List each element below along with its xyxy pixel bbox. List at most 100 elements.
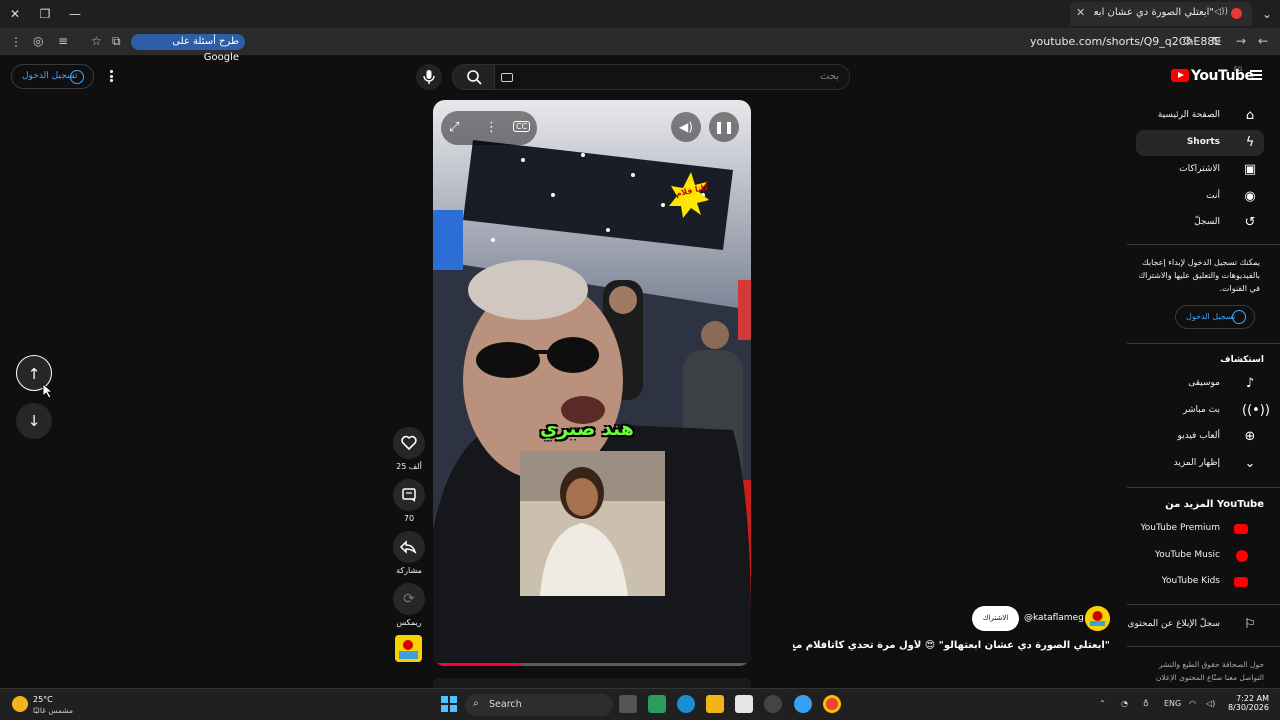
tray-overflow-icon[interactable]: ⌃	[1099, 699, 1106, 708]
tab-title: "ابعتلي الصورة دي عشان ابعـ	[1094, 7, 1214, 18]
sidebar-item-label: إظهار المزيد	[1173, 458, 1220, 468]
volume-tray-icon[interactable]: ◁)	[1206, 699, 1215, 708]
arrow-up-icon: ↑	[27, 365, 41, 383]
language-indicator[interactable]: ENG	[1164, 699, 1181, 708]
weather-desc: مشمس غالبًا	[33, 706, 74, 715]
country-code: EG	[1234, 66, 1243, 73]
google-lens-pill[interactable]: طرح أسئلة على Google	[131, 34, 245, 63]
sidebar-item-history[interactable]: السجلّ ↺	[1136, 210, 1264, 236]
channel-avatar[interactable]	[1085, 606, 1110, 631]
network-icon[interactable]: ◔	[1121, 699, 1128, 708]
restore-window-icon[interactable]: ❐	[36, 6, 54, 22]
remix-button[interactable]: ⟳	[393, 583, 425, 615]
file-explorer-icon[interactable]	[706, 695, 724, 713]
search-box[interactable]: بحث	[452, 64, 850, 90]
minimize-window-icon[interactable]: —	[66, 6, 84, 22]
youtube-music-icon	[1236, 550, 1248, 562]
volume-button[interactable]: ◀)	[671, 112, 701, 142]
wifi-icon[interactable]: ◠	[1189, 699, 1196, 708]
sidebar-item-youtube-premium[interactable]: YouTube Premium	[1136, 516, 1264, 542]
settings-kebab-icon[interactable]	[110, 70, 113, 82]
site-settings-icon[interactable]: ⚙	[1182, 34, 1193, 48]
sidebar-item-youtube-music[interactable]: YouTube Music	[1136, 543, 1264, 569]
taskbar-search[interactable]: ⌕ Search	[465, 694, 613, 716]
install-app-icon[interactable]: ⧉	[112, 34, 121, 49]
sidebar-item-home[interactable]: الصفحة الرئيسية ⌂	[1136, 103, 1264, 129]
live-icon: ((•))	[1242, 403, 1270, 418]
next-short-button[interactable]: ↓	[16, 403, 52, 439]
profile-icon[interactable]: ◎	[33, 34, 43, 48]
microphone-tray-icon[interactable]: ♁	[1143, 699, 1149, 708]
comment-count: 70	[403, 514, 415, 523]
share-button[interactable]	[393, 531, 425, 563]
menu-dots-icon[interactable]: ⋮	[10, 35, 22, 49]
footer-links-2[interactable]: التواصل معنا صنّاع المحتوى الإعلان	[1128, 673, 1264, 682]
start-button[interactable]	[440, 695, 458, 713]
sidebar-item-subscriptions[interactable]: الاشتراكات ▣	[1136, 157, 1264, 183]
close-window-icon[interactable]: ✕	[6, 6, 24, 22]
sound-thumbnail[interactable]	[395, 635, 422, 662]
flag-icon: ⚐	[1244, 617, 1256, 632]
signin-button[interactable]: تسجيل الدخول	[11, 64, 94, 89]
bookmark-star-icon[interactable]: ☆	[91, 34, 102, 48]
back-icon[interactable]: ←	[1258, 34, 1268, 48]
sidebar-item-music[interactable]: موسيقى ♪	[1136, 371, 1264, 397]
signin-prompt: يمكنك تسجيل الدخول لإبداء إعجابك بالفيدي…	[1138, 258, 1260, 293]
sidebar-item-you[interactable]: أنت ◉	[1136, 184, 1264, 210]
youtube-logo-text[interactable]: YouTube	[1191, 68, 1254, 84]
tab-close-icon[interactable]: ✕	[1076, 6, 1085, 19]
search-input[interactable]: بحث	[820, 71, 839, 82]
sidebar-divider	[1127, 646, 1280, 647]
sidebar-item-label: سجلّ الإبلاغ عن المحتوى	[1127, 619, 1220, 629]
subscribe-button[interactable]: الاشتراك	[972, 606, 1019, 631]
shorts-video-player[interactable]: كاتا فلام ⤢ ⋮ CC ◀) ❚❚ هند صبري	[433, 100, 751, 666]
sidebar-item-gaming[interactable]: ألعاب فيديو ⊕	[1136, 424, 1264, 450]
sidebar-divider	[1127, 604, 1280, 605]
youtube-logo-icon[interactable]	[1171, 69, 1189, 82]
sidebar-item-report-history[interactable]: سجلّ الإبلاغ عن المحتوى ⚐	[1127, 612, 1264, 638]
sidebar-item-live[interactable]: بث مباشر ((•))	[1136, 398, 1270, 424]
google-pill-label: طرح أسئلة على Google	[172, 36, 239, 63]
fullscreen-icon[interactable]: ⤢	[449, 120, 459, 135]
windows-logo-icon	[441, 696, 457, 712]
more-from-youtube-heading: المزيد من YouTube	[1165, 499, 1264, 510]
app-icon[interactable]	[794, 695, 812, 713]
edge-browser-icon[interactable]	[677, 695, 695, 713]
channel-handle[interactable]: @kataflameg	[1024, 613, 1084, 623]
voice-search-button[interactable]	[416, 64, 442, 90]
footer-links-1[interactable]: حول الصحافة حقوق الطبع والنشر	[1128, 660, 1264, 669]
store-icon[interactable]	[735, 695, 753, 713]
comments-button[interactable]	[393, 479, 425, 511]
tab-search-icon[interactable]: ⌄	[1258, 6, 1276, 22]
short-title[interactable]: "ابعتلي الصورة دي عشان ابعتهالو" 😍 لأول …	[793, 640, 1110, 651]
taskbar-search-label: Search	[489, 699, 522, 710]
heart-icon	[401, 435, 417, 451]
microphone-icon	[423, 70, 435, 84]
reading-list-icon[interactable]: ≡	[58, 34, 68, 48]
windows-taskbar: 25°C مشمس غالبًا ⌕ Search ⌃ ◔ ♁ ENG ◠ ◁)…	[0, 688, 1280, 720]
chrome-icon[interactable]	[823, 695, 841, 713]
widgets-icon[interactable]	[648, 695, 666, 713]
sidebar-item-shorts[interactable]: Shorts ϟ	[1136, 130, 1264, 156]
browser-tab[interactable]: ✕ "ابعتلي الصورة دي عشان ابعـ ◁))	[1070, 2, 1252, 26]
comment-icon	[402, 488, 416, 502]
speaker-icon[interactable]: ◁))	[1214, 7, 1228, 17]
keyboard-icon[interactable]	[501, 73, 513, 82]
captions-icon[interactable]: CC	[513, 121, 531, 132]
child-photo-image	[520, 451, 665, 596]
task-view-icon[interactable]	[619, 695, 637, 713]
clock[interactable]: 7:22 AM 8/30/2026	[1225, 694, 1269, 712]
more-options-icon[interactable]: ⋮	[485, 120, 498, 135]
like-button[interactable]	[393, 427, 425, 459]
search-button[interactable]	[453, 65, 495, 89]
pause-button[interactable]: ❚❚	[709, 112, 739, 142]
sidebar-signin-button[interactable]: تسجيل الدخول	[1175, 305, 1255, 329]
clock-time: 7:22 AM	[1236, 694, 1269, 703]
search-icon: ⌕	[473, 698, 479, 709]
reload-icon[interactable]: ↻	[1211, 34, 1221, 48]
sidebar-item-youtube-kids[interactable]: YouTube Kids	[1136, 569, 1264, 595]
pause-icon: ❚❚	[713, 120, 735, 134]
settings-app-icon[interactable]	[764, 695, 782, 713]
forward-icon[interactable]: →	[1236, 34, 1246, 48]
sidebar-item-show-more[interactable]: إظهار المزيد ⌄	[1136, 451, 1264, 477]
